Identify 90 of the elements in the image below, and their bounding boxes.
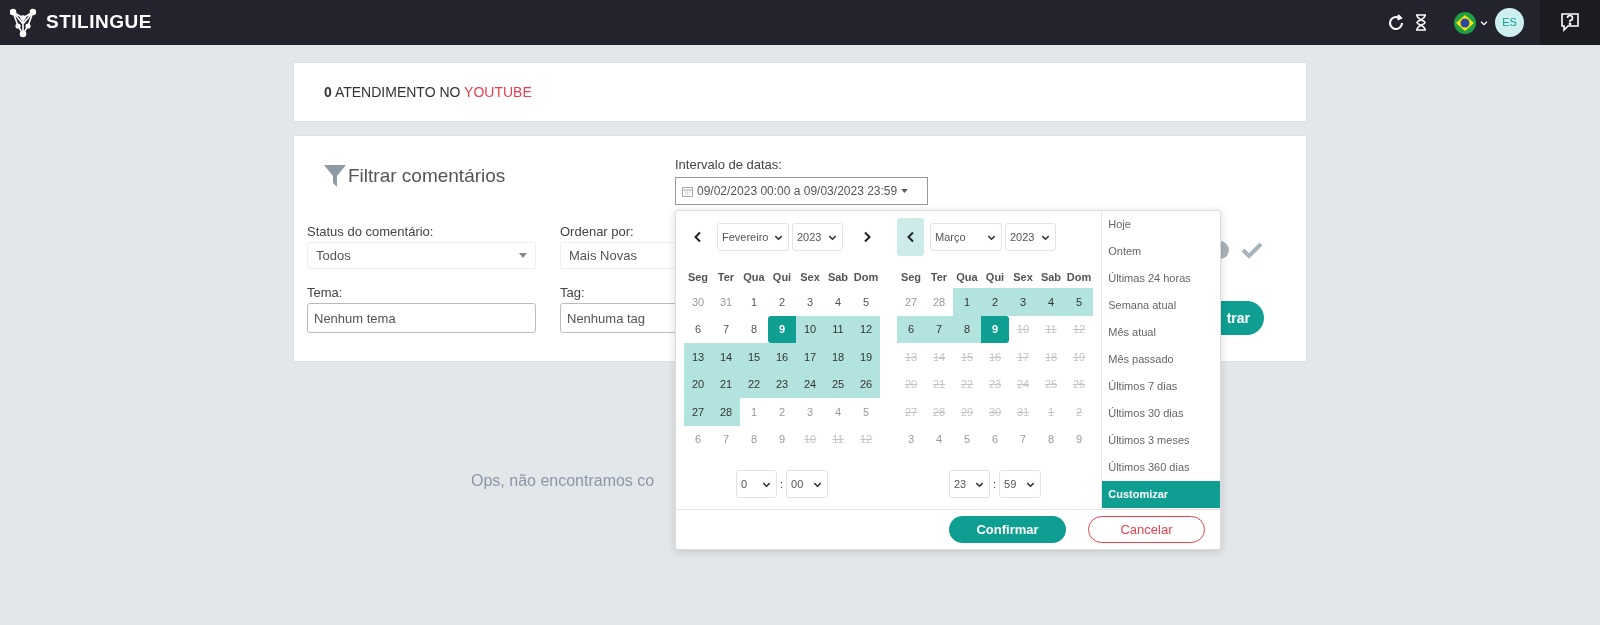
calendar-day[interactable]: 26 (852, 370, 880, 398)
brand-name: STILINGUE (46, 10, 152, 35)
calendar-day[interactable]: 20 (684, 370, 712, 398)
select-field[interactable]: 00 (786, 470, 829, 498)
calendar-day[interactable]: 8 (953, 315, 981, 343)
calendar-day[interactable]: 6 (897, 315, 925, 343)
summary-text: 0 ATENDIMENTO NO YOUTUBE (324, 82, 532, 102)
calendar-day[interactable]: 22 (740, 370, 768, 398)
check-icon[interactable] (1241, 241, 1263, 259)
select-field[interactable]: 59 (999, 470, 1042, 498)
calendar-day[interactable]: 28 (712, 398, 740, 426)
preset-option[interactable]: Últimos 7 dias (1102, 373, 1220, 400)
calendar-icon (682, 185, 693, 197)
field-label: Intervalo de datas: (675, 157, 783, 173)
logo-icon (10, 7, 36, 38)
weekday-label: Qui (984, 270, 1006, 285)
weekday-label: Seg (686, 270, 710, 285)
select-field[interactable]: 2023 (792, 223, 843, 251)
weekday-label: Qua (742, 270, 766, 285)
select-field[interactable]: 2023 (1005, 223, 1056, 251)
calendar-day[interactable]: 16 (768, 343, 796, 371)
calendar-day[interactable]: 3 (1009, 288, 1037, 316)
calendar-day[interactable]: 23 (768, 370, 796, 398)
time-separator: : (779, 476, 784, 492)
hourglass-icon[interactable] (1415, 14, 1427, 31)
calendar-day[interactable]: 9 (768, 315, 796, 343)
caret-icon (901, 189, 909, 193)
field-label: Tag: (560, 285, 585, 301)
calendar-day[interactable]: 21 (712, 370, 740, 398)
calendar-day[interactable]: 5 (1065, 288, 1093, 316)
preset-option[interactable]: Customizar (1102, 481, 1220, 508)
preset-option[interactable]: Hoje (1102, 211, 1220, 238)
select-field[interactable]: Fevereiro (717, 223, 789, 251)
chevron-left-icon (905, 231, 916, 243)
refresh-icon[interactable] (1387, 13, 1405, 32)
preset-option[interactable]: Últimas 24 horas (1102, 265, 1220, 292)
calendar-day[interactable]: 4 (824, 288, 852, 316)
calendar-day[interactable]: 3 (796, 288, 824, 316)
weekday-label: Sab (826, 270, 850, 285)
chevron-left-icon (692, 231, 703, 243)
calendar-day[interactable]: 11 (824, 315, 852, 343)
calendar-day[interactable]: 17 (796, 343, 824, 371)
calendar-day[interactable]: 10 (796, 315, 824, 343)
calendar-day[interactable]: 25 (824, 370, 852, 398)
calendar-day[interactable]: 4 (1037, 288, 1065, 316)
field-label: Status do comentário: (307, 224, 434, 240)
weekday-label: Sex (799, 270, 821, 285)
preset-option[interactable]: Últimos 30 dias (1102, 400, 1220, 427)
weekday-label: Seg (899, 270, 923, 285)
calendar-day[interactable]: 24 (796, 370, 824, 398)
field-label: Tema: (307, 285, 343, 301)
calendar-day[interactable]: 7 (925, 315, 953, 343)
calendar-day[interactable]: 27 (684, 398, 712, 426)
filter-title: Filtrar comentários (348, 163, 506, 188)
calendar-day[interactable]: 15 (740, 343, 768, 371)
weekday-label: Dom (852, 270, 880, 285)
preset-option[interactable]: Mês passado (1102, 346, 1220, 373)
flag-icon[interactable] (1453, 10, 1477, 35)
preset-option[interactable]: Últimos 360 dias (1102, 454, 1220, 481)
calendar-day[interactable]: 13 (684, 343, 712, 371)
select-field[interactable]: Março (930, 223, 1002, 251)
weekday-label: Sab (1039, 270, 1063, 285)
time-separator: : (992, 476, 997, 492)
filter-icon (324, 165, 346, 187)
select-field[interactable]: Todos (307, 242, 536, 269)
calendar-day[interactable]: 1 (953, 288, 981, 316)
caret-icon (519, 253, 527, 258)
empty-message: Ops, não encontramos co (471, 471, 655, 491)
weekday-label: Qua (955, 270, 979, 285)
calendar-day[interactable]: 12 (852, 315, 880, 343)
weekday-label: Ter (716, 270, 736, 285)
help-icon[interactable] (1561, 13, 1579, 32)
calendar-day[interactable]: 2 (981, 288, 1009, 316)
select-field[interactable]: 0 (735, 470, 777, 498)
preset-option[interactable]: Últimos 3 meses (1102, 427, 1220, 454)
calendar-day[interactable]: 18 (824, 343, 852, 371)
field-label: Ordenar por: (560, 224, 634, 240)
weekday-label: Sex (1012, 270, 1034, 285)
weekday-label: Qui (771, 270, 793, 285)
calendar-day[interactable]: 5 (852, 288, 880, 316)
calendar-day[interactable]: 9 (981, 315, 1009, 343)
date-range-field[interactable]: 09/02/2023 00:00 a 09/03/2023 23:59 (675, 177, 928, 205)
preset-option[interactable]: Ontem (1102, 238, 1220, 265)
calendar-day[interactable]: 14 (712, 343, 740, 371)
confirm-button[interactable]: Confirmar (949, 516, 1066, 543)
weekday-label: Ter (929, 270, 949, 285)
calendar-day[interactable]: 19 (852, 343, 880, 371)
input-field[interactable]: Nenhum tema (307, 303, 536, 333)
select-field[interactable]: 23 (948, 470, 990, 498)
weekday-label: Dom (1065, 270, 1093, 285)
